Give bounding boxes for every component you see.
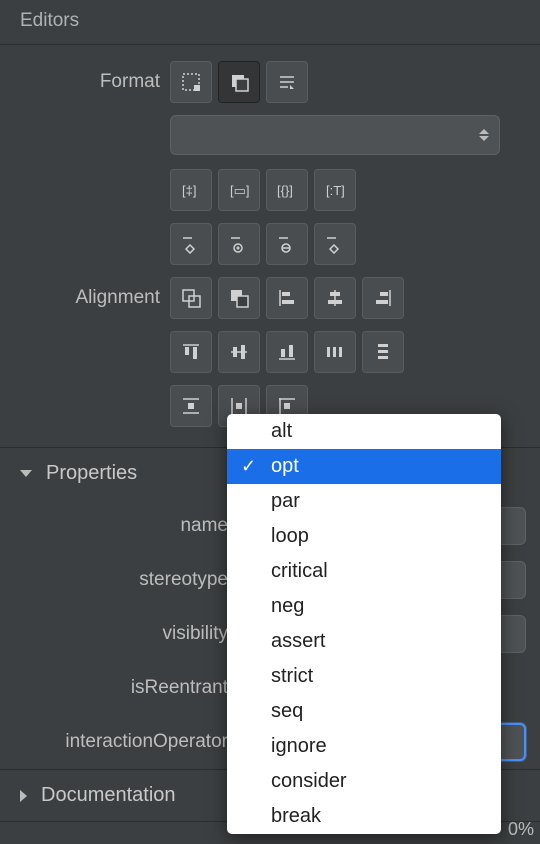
distribute-v-icon[interactable] [362,331,404,373]
popup-item-label: assert [271,630,325,653]
bracket-hash-icon[interactable]: [‡] [170,169,212,211]
format-label: Format [0,71,170,93]
popup-item-label: strict [271,665,313,688]
popup-item-label: neg [271,595,304,618]
properties-title: Properties [46,462,137,485]
panel-title: Editors [0,0,540,45]
prop-interactionoperator-label: interactionOperator [0,731,234,753]
popup-item-label: seq [271,700,303,723]
toggle-diamond2-icon[interactable] [314,223,356,265]
chevron-right-icon [20,790,27,802]
popup-item-neg[interactable]: neg [227,589,501,624]
popup-item-label: break [271,805,321,828]
dropdown-caret-icon [479,129,489,141]
popup-item-label: loop [271,525,309,548]
prop-isreentrant-label: isReentrant [0,677,234,699]
bracket-square-icon[interactable]: [▭] [218,169,260,211]
svg-text:[{}]: [{}] [277,183,293,198]
alignment-label: Alignment [0,287,170,309]
chevron-down-icon [20,470,32,477]
align-right-icon[interactable] [362,277,404,319]
format-dropdown[interactable] [170,115,500,155]
format-solid-rect-icon[interactable] [218,61,260,103]
prop-stereotype-label: stereotype [0,569,234,591]
check-icon: ✓ [241,456,256,477]
zoom-level: 0% [508,819,534,840]
align-top-icon[interactable] [170,331,212,373]
distribute-h-icon[interactable] [314,331,356,373]
popup-item-label: consider [271,770,347,793]
popup-item-par[interactable]: par [227,484,501,519]
interaction-operator-popup: alt ✓ opt par loop critical neg assert strict seq… [227,414,501,834]
popup-item-break[interactable]: break [227,799,501,834]
toggle-circle-line-icon[interactable] [266,223,308,265]
align-overlap1-icon[interactable] [170,277,212,319]
popup-item-loop[interactable]: loop [227,519,501,554]
align-bottom-icon[interactable] [266,331,308,373]
documentation-title: Documentation [41,784,176,807]
align-middle-v-icon[interactable] [218,331,260,373]
popup-item-assert[interactable]: assert [227,624,501,659]
svg-text:[:T]: [:T] [326,183,345,198]
format-lines-icon[interactable] [266,61,308,103]
align-center-h-icon[interactable] [314,277,356,319]
popup-item-alt[interactable]: alt [227,414,501,449]
popup-item-ignore[interactable]: ignore [227,729,501,764]
svg-text:[▭]: [▭] [230,183,250,198]
popup-item-label: critical [271,560,328,583]
spacing-h-icon[interactable] [170,385,212,427]
popup-item-consider[interactable]: consider [227,764,501,799]
popup-item-critical[interactable]: critical [227,554,501,589]
popup-item-strict[interactable]: strict [227,659,501,694]
bracket-t-icon[interactable]: [:T] [314,169,356,211]
align-overlap2-icon[interactable] [218,277,260,319]
popup-item-label: opt [271,455,299,478]
svg-text:[‡]: [‡] [182,183,196,198]
popup-item-label: alt [271,420,292,443]
prop-name-label: name [0,515,234,537]
prop-visibility-label: visibility [0,623,234,645]
popup-item-opt[interactable]: ✓ opt [227,449,501,484]
bracket-curly-icon[interactable]: [{}] [266,169,308,211]
toggle-gear-icon[interactable] [218,223,260,265]
align-left-icon[interactable] [266,277,308,319]
popup-item-label: ignore [271,735,327,758]
toggle-diamond-icon[interactable] [170,223,212,265]
format-dashed-rect-icon[interactable] [170,61,212,103]
popup-item-seq[interactable]: seq [227,694,501,729]
popup-item-label: par [271,490,300,513]
